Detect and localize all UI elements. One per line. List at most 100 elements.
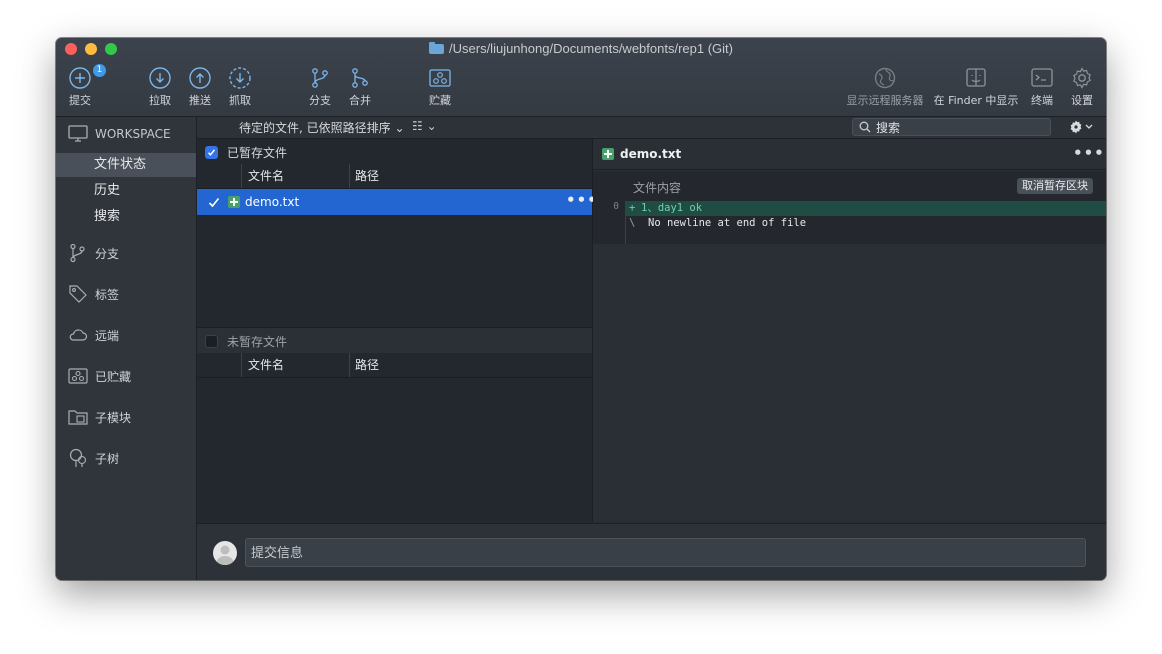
sidebar-item-search[interactable]: 搜索 [56, 205, 196, 229]
sidebar-item-tags[interactable]: 标签 [68, 284, 119, 304]
unstaged-header: 未暂存文件 [197, 328, 592, 353]
sidebar-item-branches[interactable]: 分支 [68, 243, 119, 263]
unstaged-title: 未暂存文件 [227, 334, 288, 349]
file-list-pane: 已暂存文件 文件名 路径 demo.txt ••• 未暂存文件 文件名 路径 [197, 139, 597, 523]
chevron-down-icon: ⌄ [426, 119, 437, 133]
col-filename[interactable]: 文件名 [241, 353, 284, 377]
merge-icon [352, 68, 368, 88]
workspace-header[interactable]: WORKSPACE [68, 125, 171, 142]
diff-marker: \ [629, 217, 636, 229]
sidebar-item-history[interactable]: 历史 [56, 179, 196, 203]
push-button[interactable]: 推送 [186, 66, 214, 108]
branches-label: 分支 [95, 246, 120, 261]
table-row[interactable]: demo.txt ••• [197, 189, 597, 215]
staged-header: 已暂存文件 [197, 141, 592, 163]
remotes-label: 远端 [95, 328, 120, 343]
diff-pane: demo.txt ••• 文件内容 取消暂存区块 0 + 1、day1 ok \… [593, 139, 1106, 522]
line-number: 0 [613, 201, 619, 212]
gear-icon [1070, 120, 1093, 134]
search-icon [859, 121, 871, 133]
sidebar-item-file-status[interactable]: 文件状态 [56, 153, 196, 177]
unstaged-column-headers: 文件名 路径 [197, 353, 592, 378]
stash-icon [429, 69, 451, 87]
staged-column-headers: 文件名 路径 [197, 164, 592, 189]
fetch-icon [229, 67, 251, 89]
tags-label: 标签 [95, 287, 120, 302]
chevron-down-icon: ⌄ [394, 121, 405, 135]
terminal-label: 终端 [1031, 94, 1053, 107]
stash-button[interactable]: 贮藏 [426, 66, 454, 108]
col-path[interactable]: 路径 [349, 353, 379, 377]
sort-dropdown[interactable]: 待定的文件, 已依照路径排序 ⌄ [239, 119, 405, 136]
toolbar: /Users/liujunhong/Documents/webfonts/rep… [56, 38, 1106, 117]
push-label: 推送 [189, 94, 211, 107]
diff-line-added[interactable]: + 1、day1 ok [626, 201, 1106, 216]
window-title-text: /Users/liujunhong/Documents/webfonts/rep… [449, 41, 733, 56]
diff-text: No newline at end of file [648, 217, 807, 229]
checkmark-icon[interactable] [208, 197, 220, 208]
terminal-button[interactable]: 终端 [1028, 66, 1056, 108]
show-in-finder-label: 在 Finder 中显示 [933, 94, 1019, 107]
merge-button[interactable]: 合并 [346, 66, 374, 108]
stash-icon [68, 368, 88, 384]
pull-label: 拉取 [149, 94, 171, 107]
sidebar-item-remotes[interactable]: 远端 [68, 325, 119, 345]
cloud-icon [69, 329, 88, 341]
unstaged-title-row: 未暂存文件 [197, 330, 592, 352]
show-in-finder-button[interactable]: 在 Finder 中显示 [932, 66, 1020, 108]
stage-all-unstaged-checkbox[interactable] [205, 334, 218, 348]
terminal-icon [1031, 68, 1053, 87]
pull-icon [149, 67, 171, 89]
app-window: /Users/liujunhong/Documents/webfonts/rep… [56, 38, 1106, 580]
hunk-header: 文件内容 取消暂存区块 [593, 171, 1106, 201]
push-icon [189, 67, 211, 89]
search-input[interactable]: 搜索 [852, 118, 1051, 136]
checkmark-icon [207, 148, 216, 156]
commit-bar: 提交信息 [197, 523, 1106, 580]
stash-label: 贮藏 [429, 94, 451, 107]
unstage-hunk-button[interactable]: 取消暂存区块 [1017, 178, 1093, 194]
monitor-icon [68, 125, 88, 142]
options-menu-button[interactable] [1069, 119, 1095, 138]
diff-hunk: 文件内容 取消暂存区块 0 + 1、day1 ok \ No newline a… [593, 171, 1106, 244]
col-path[interactable]: 路径 [349, 164, 379, 188]
tree-icon [69, 448, 87, 467]
settings-label: 设置 [1071, 94, 1093, 107]
more-options-icon[interactable]: ••• [1073, 144, 1105, 162]
pull-button[interactable]: 拉取 [146, 66, 174, 108]
settings-button[interactable]: 设置 [1068, 66, 1096, 108]
user-icon [216, 545, 234, 565]
search-placeholder: 搜索 [876, 120, 901, 135]
branch-icon [70, 243, 85, 263]
workspace-label: WORKSPACE [95, 126, 171, 141]
show-remote-label: 显示远程服务器 [846, 94, 924, 107]
finder-icon [966, 68, 986, 87]
diff-header: demo.txt ••• [593, 139, 1106, 170]
file-name: demo.txt [245, 195, 300, 209]
fetch-button[interactable]: 抓取 [226, 66, 254, 108]
commit-message-field[interactable]: 提交信息 [245, 538, 1086, 567]
commit-count-badge: 1 [93, 64, 106, 77]
sort-label: 待定的文件, 已依照路径排序 [239, 121, 391, 135]
commit-button[interactable]: 1 提交 [66, 64, 106, 108]
avatar [213, 541, 237, 565]
submodule-icon [68, 410, 88, 425]
diff-line-note[interactable]: \ No newline at end of file [626, 216, 1106, 231]
gear-icon [1073, 67, 1091, 89]
commit-message-placeholder: 提交信息 [251, 546, 304, 561]
sidebar-item-submodules[interactable]: 子模块 [68, 407, 131, 427]
sidebar-item-subtrees[interactable]: 子树 [68, 448, 119, 468]
view-mode-dropdown[interactable]: ☷ ⌄ [412, 119, 437, 133]
show-remote-button[interactable]: 显示远程服务器 [844, 66, 926, 108]
window-title: /Users/liujunhong/Documents/webfonts/rep… [56, 41, 1106, 56]
col-filename[interactable]: 文件名 [241, 164, 284, 188]
merge-label: 合并 [349, 94, 371, 107]
diff-filename: demo.txt [620, 147, 682, 161]
branch-button[interactable]: 分支 [306, 66, 334, 108]
fetch-label: 抓取 [229, 94, 251, 107]
added-file-icon [602, 148, 614, 160]
commit-icon [69, 67, 91, 89]
subtrees-label: 子树 [95, 451, 120, 466]
sidebar-item-stashes[interactable]: 已贮藏 [68, 366, 131, 386]
stage-all-checkbox[interactable] [205, 145, 218, 159]
